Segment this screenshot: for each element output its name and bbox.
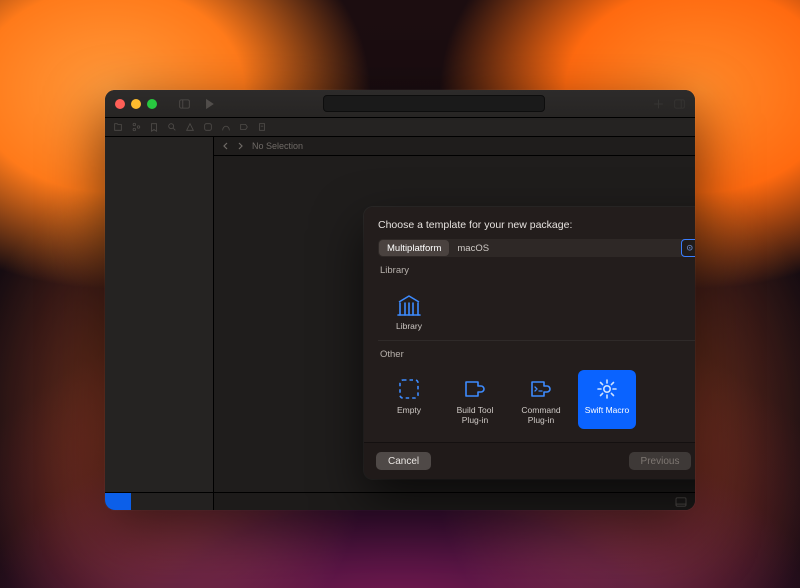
section-header-library: Library <box>380 265 695 276</box>
source-control-nav-icon[interactable] <box>131 122 141 132</box>
xcode-window: No Selection Choose a template for your … <box>105 90 695 510</box>
forward-icon[interactable] <box>236 142 244 150</box>
plus-icon[interactable] <box>653 98 664 110</box>
tab-macos[interactable]: macOS <box>449 240 497 256</box>
breakpoint-nav-icon[interactable] <box>239 122 249 132</box>
filter-field[interactable] <box>681 239 695 257</box>
run-controls <box>179 98 215 110</box>
template-command-plugin[interactable]: Command Plug-in <box>512 370 570 430</box>
project-nav-icon[interactable] <box>113 122 123 132</box>
empty-icon <box>397 377 421 401</box>
platform-tab-bar: Multiplatform macOS <box>378 239 695 257</box>
sheet-title: Choose a template for your new package: <box>378 219 695 231</box>
previous-button[interactable]: Previous <box>629 452 692 470</box>
jump-bar: No Selection <box>214 137 695 156</box>
template-label: Command Plug-in <box>512 406 570 426</box>
back-icon[interactable] <box>222 142 230 150</box>
template-label: Swift Macro <box>585 406 629 416</box>
navigator-sidebar <box>105 137 214 510</box>
minimize-window-button[interactable] <box>131 99 141 109</box>
filter-scope-indicator[interactable] <box>105 493 131 510</box>
window-controls <box>115 99 157 109</box>
run-icon[interactable] <box>204 98 215 110</box>
report-nav-icon[interactable] <box>257 122 267 132</box>
tab-multiplatform[interactable]: Multiplatform <box>379 240 449 256</box>
close-window-button[interactable] <box>115 99 125 109</box>
test-nav-icon[interactable] <box>203 122 213 132</box>
plugin-icon <box>462 377 488 401</box>
template-swift-macro[interactable]: Swift Macro <box>578 370 636 430</box>
tab-label: macOS <box>457 243 489 254</box>
debug-nav-icon[interactable] <box>221 122 231 132</box>
filter-icon <box>686 244 695 253</box>
sidebar-toggle-icon[interactable] <box>179 98 190 110</box>
template-label: Library <box>396 322 422 332</box>
library-icon <box>396 293 422 317</box>
gear-icon <box>595 377 619 401</box>
section-header-other: Other <box>380 349 695 360</box>
editor-footer <box>214 492 695 510</box>
filter-bar <box>105 492 213 510</box>
titlebar <box>105 90 695 118</box>
jump-bar-path: No Selection <box>252 141 303 151</box>
sheet-footer: Cancel Previous Next <box>364 442 695 479</box>
template-label: Build Tool Plug-in <box>446 406 504 426</box>
bookmarks-nav-icon[interactable] <box>149 122 159 132</box>
issue-nav-icon[interactable] <box>185 122 195 132</box>
editor-area: No Selection Choose a template for your … <box>214 137 695 510</box>
template-build-tool-plugin[interactable]: Build Tool Plug-in <box>446 370 504 430</box>
template-empty[interactable]: Empty <box>380 370 438 430</box>
template-label: Empty <box>397 406 421 416</box>
activity-viewer[interactable] <box>323 95 545 112</box>
button-label: Previous <box>641 456 680 467</box>
template-library[interactable]: Library <box>380 286 438 336</box>
command-plugin-icon <box>528 377 554 401</box>
zoom-window-button[interactable] <box>147 99 157 109</box>
navigator-selector-bar <box>105 118 695 137</box>
canvas-toggle-icon[interactable] <box>675 497 687 507</box>
library-toggle-icon[interactable] <box>674 98 685 110</box>
new-package-sheet: Choose a template for your new package: … <box>364 207 695 479</box>
tab-label: Multiplatform <box>387 243 441 254</box>
find-nav-icon[interactable] <box>167 122 177 132</box>
cancel-button[interactable]: Cancel <box>376 452 431 470</box>
button-label: Cancel <box>388 456 419 467</box>
